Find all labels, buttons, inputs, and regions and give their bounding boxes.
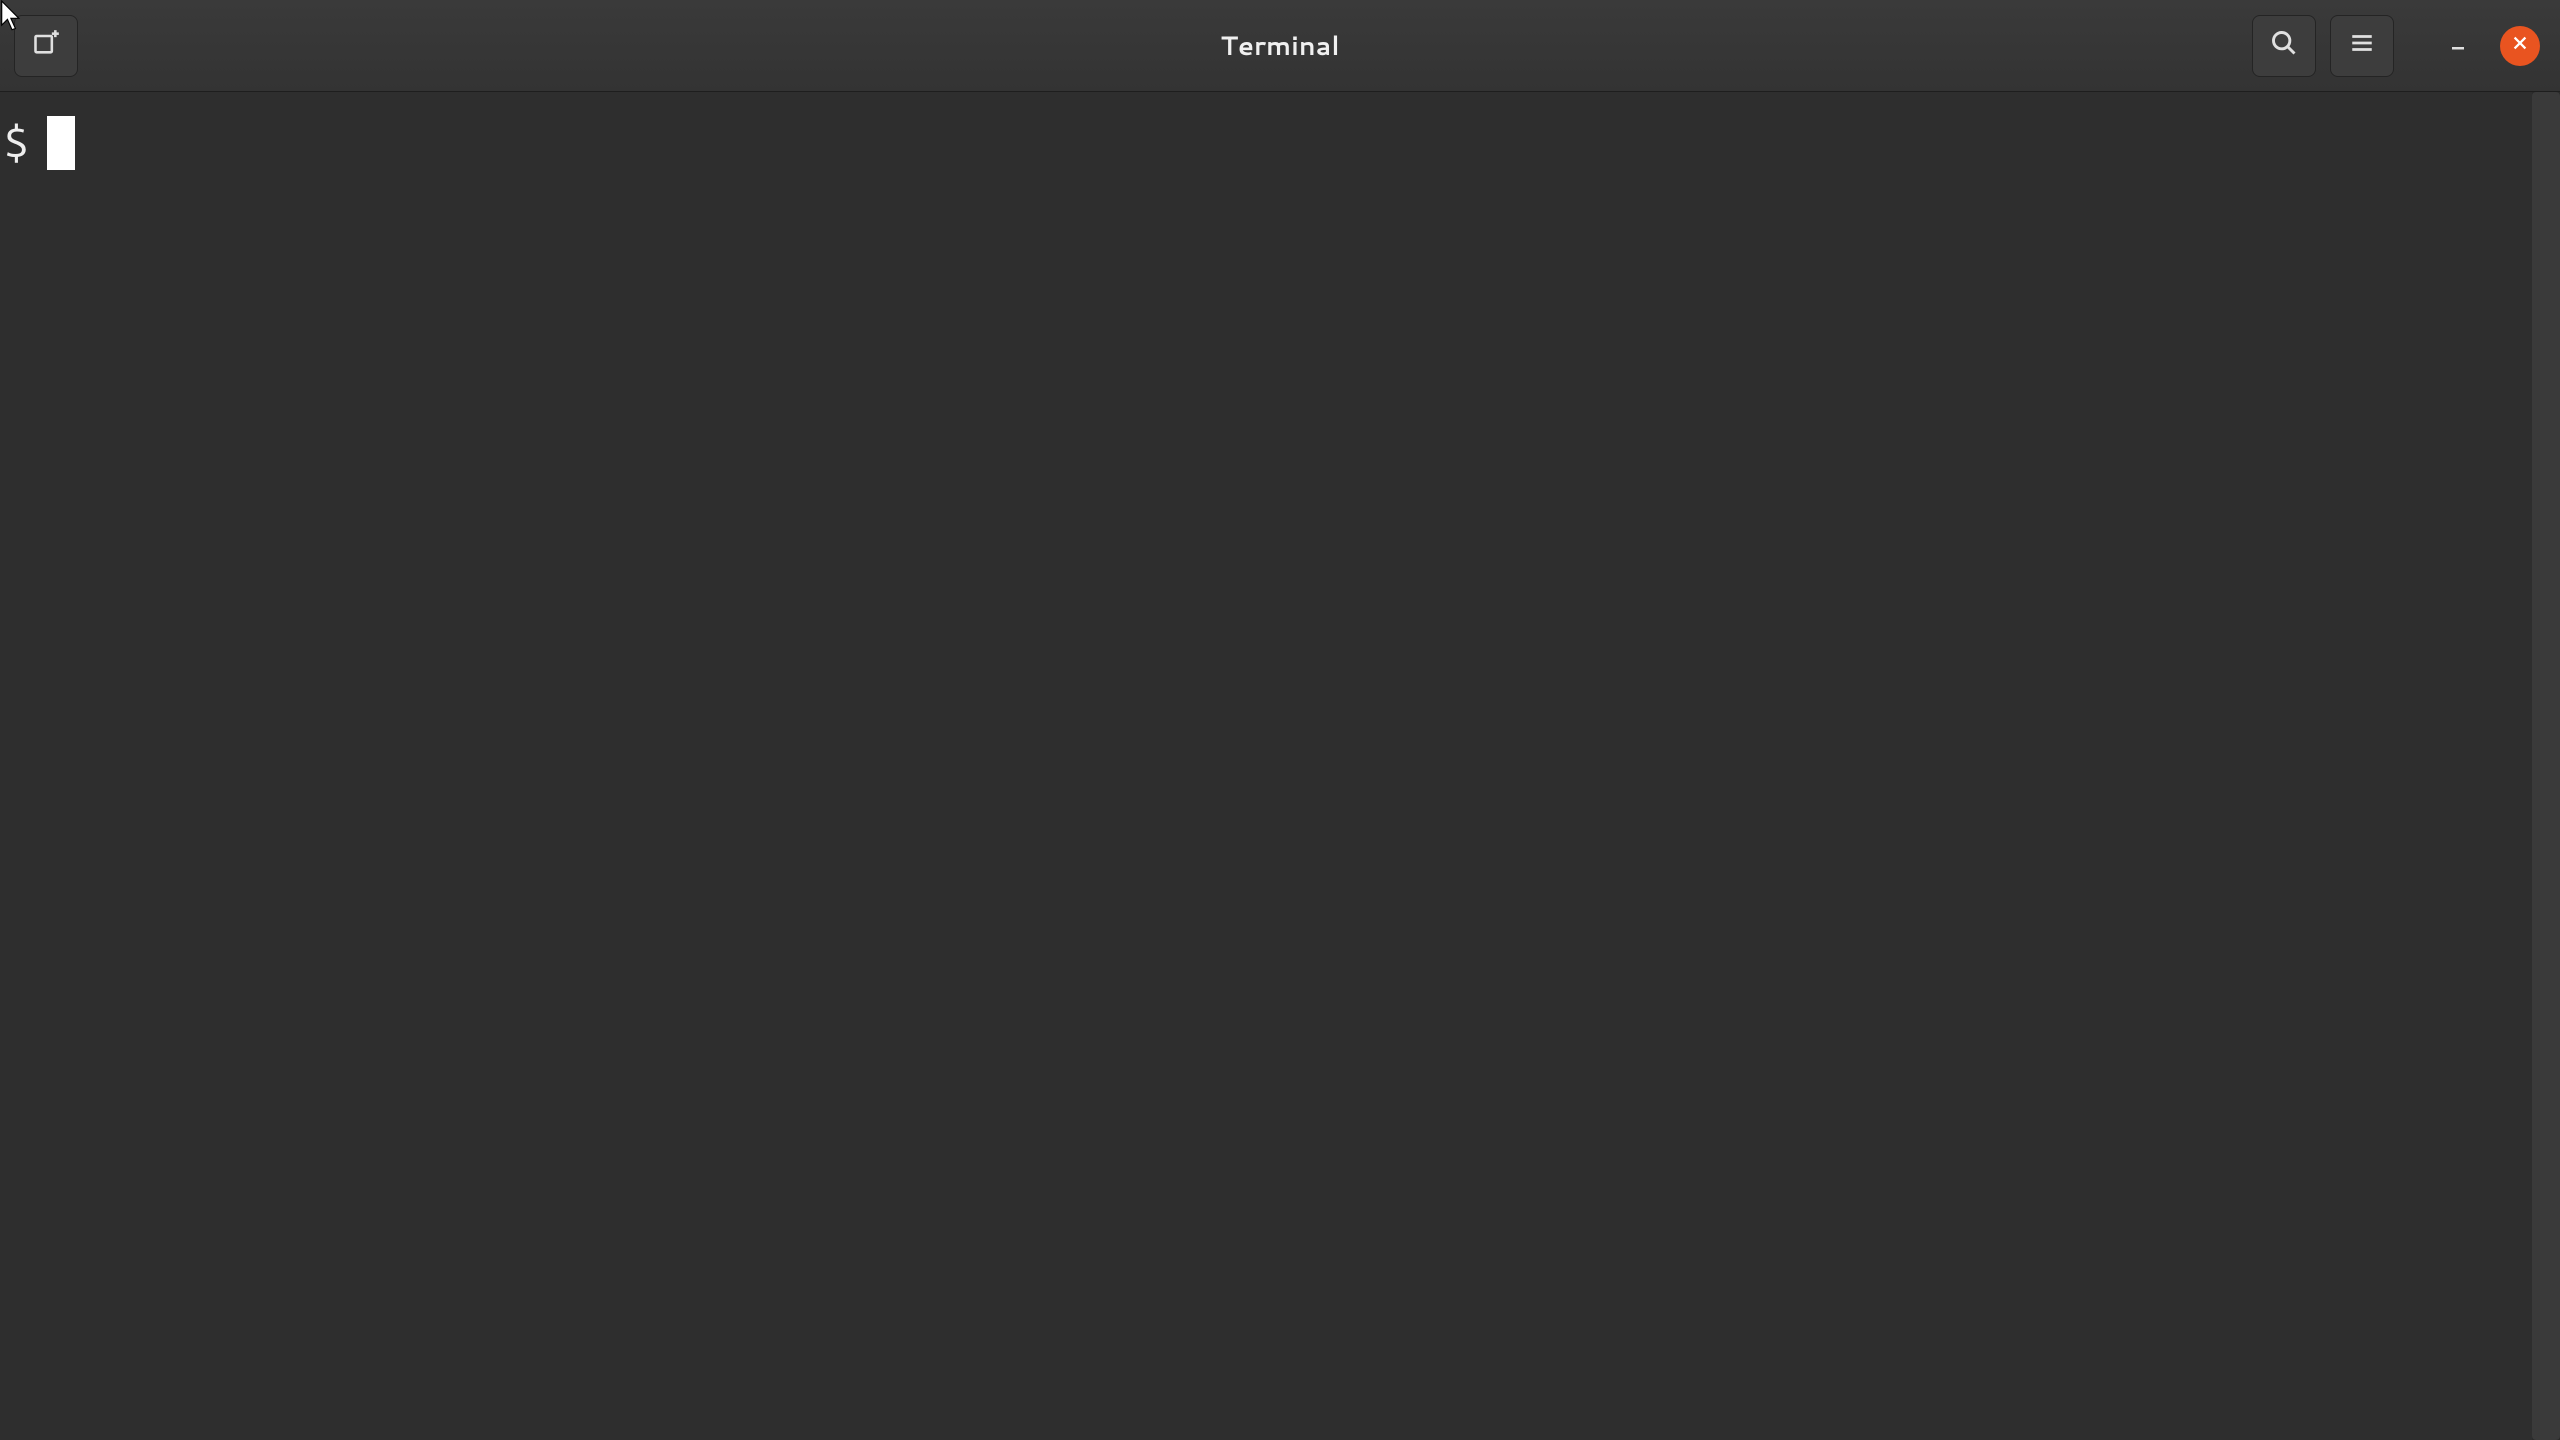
terminal-content-area[interactable]: $ <box>0 92 2560 1440</box>
hamburger-menu-icon <box>2349 30 2375 62</box>
window-controls <box>2438 26 2540 66</box>
close-icon <box>2511 34 2529 58</box>
search-icon <box>2270 29 2298 63</box>
menu-button[interactable] <box>2330 15 2394 77</box>
new-tab-icon <box>32 29 60 63</box>
terminal-prompt-line: $ <box>4 116 2556 170</box>
terminal-scrollbar[interactable] <box>2532 92 2560 1440</box>
close-button[interactable] <box>2500 26 2540 66</box>
window-title: Terminal <box>1220 28 1339 64</box>
titlebar-left-controls <box>14 15 78 77</box>
titlebar-title-area: Terminal <box>1220 28 1339 64</box>
scrollbar-thumb[interactable] <box>2532 92 2560 1440</box>
shell-prompt: $ <box>4 117 29 170</box>
new-tab-button[interactable] <box>14 15 78 77</box>
terminal-cursor <box>47 116 75 170</box>
titlebar: Terminal <box>0 0 2560 92</box>
minimize-icon <box>2448 33 2468 59</box>
titlebar-right-controls <box>2252 15 2546 77</box>
search-button[interactable] <box>2252 15 2316 77</box>
minimize-button[interactable] <box>2438 26 2478 66</box>
